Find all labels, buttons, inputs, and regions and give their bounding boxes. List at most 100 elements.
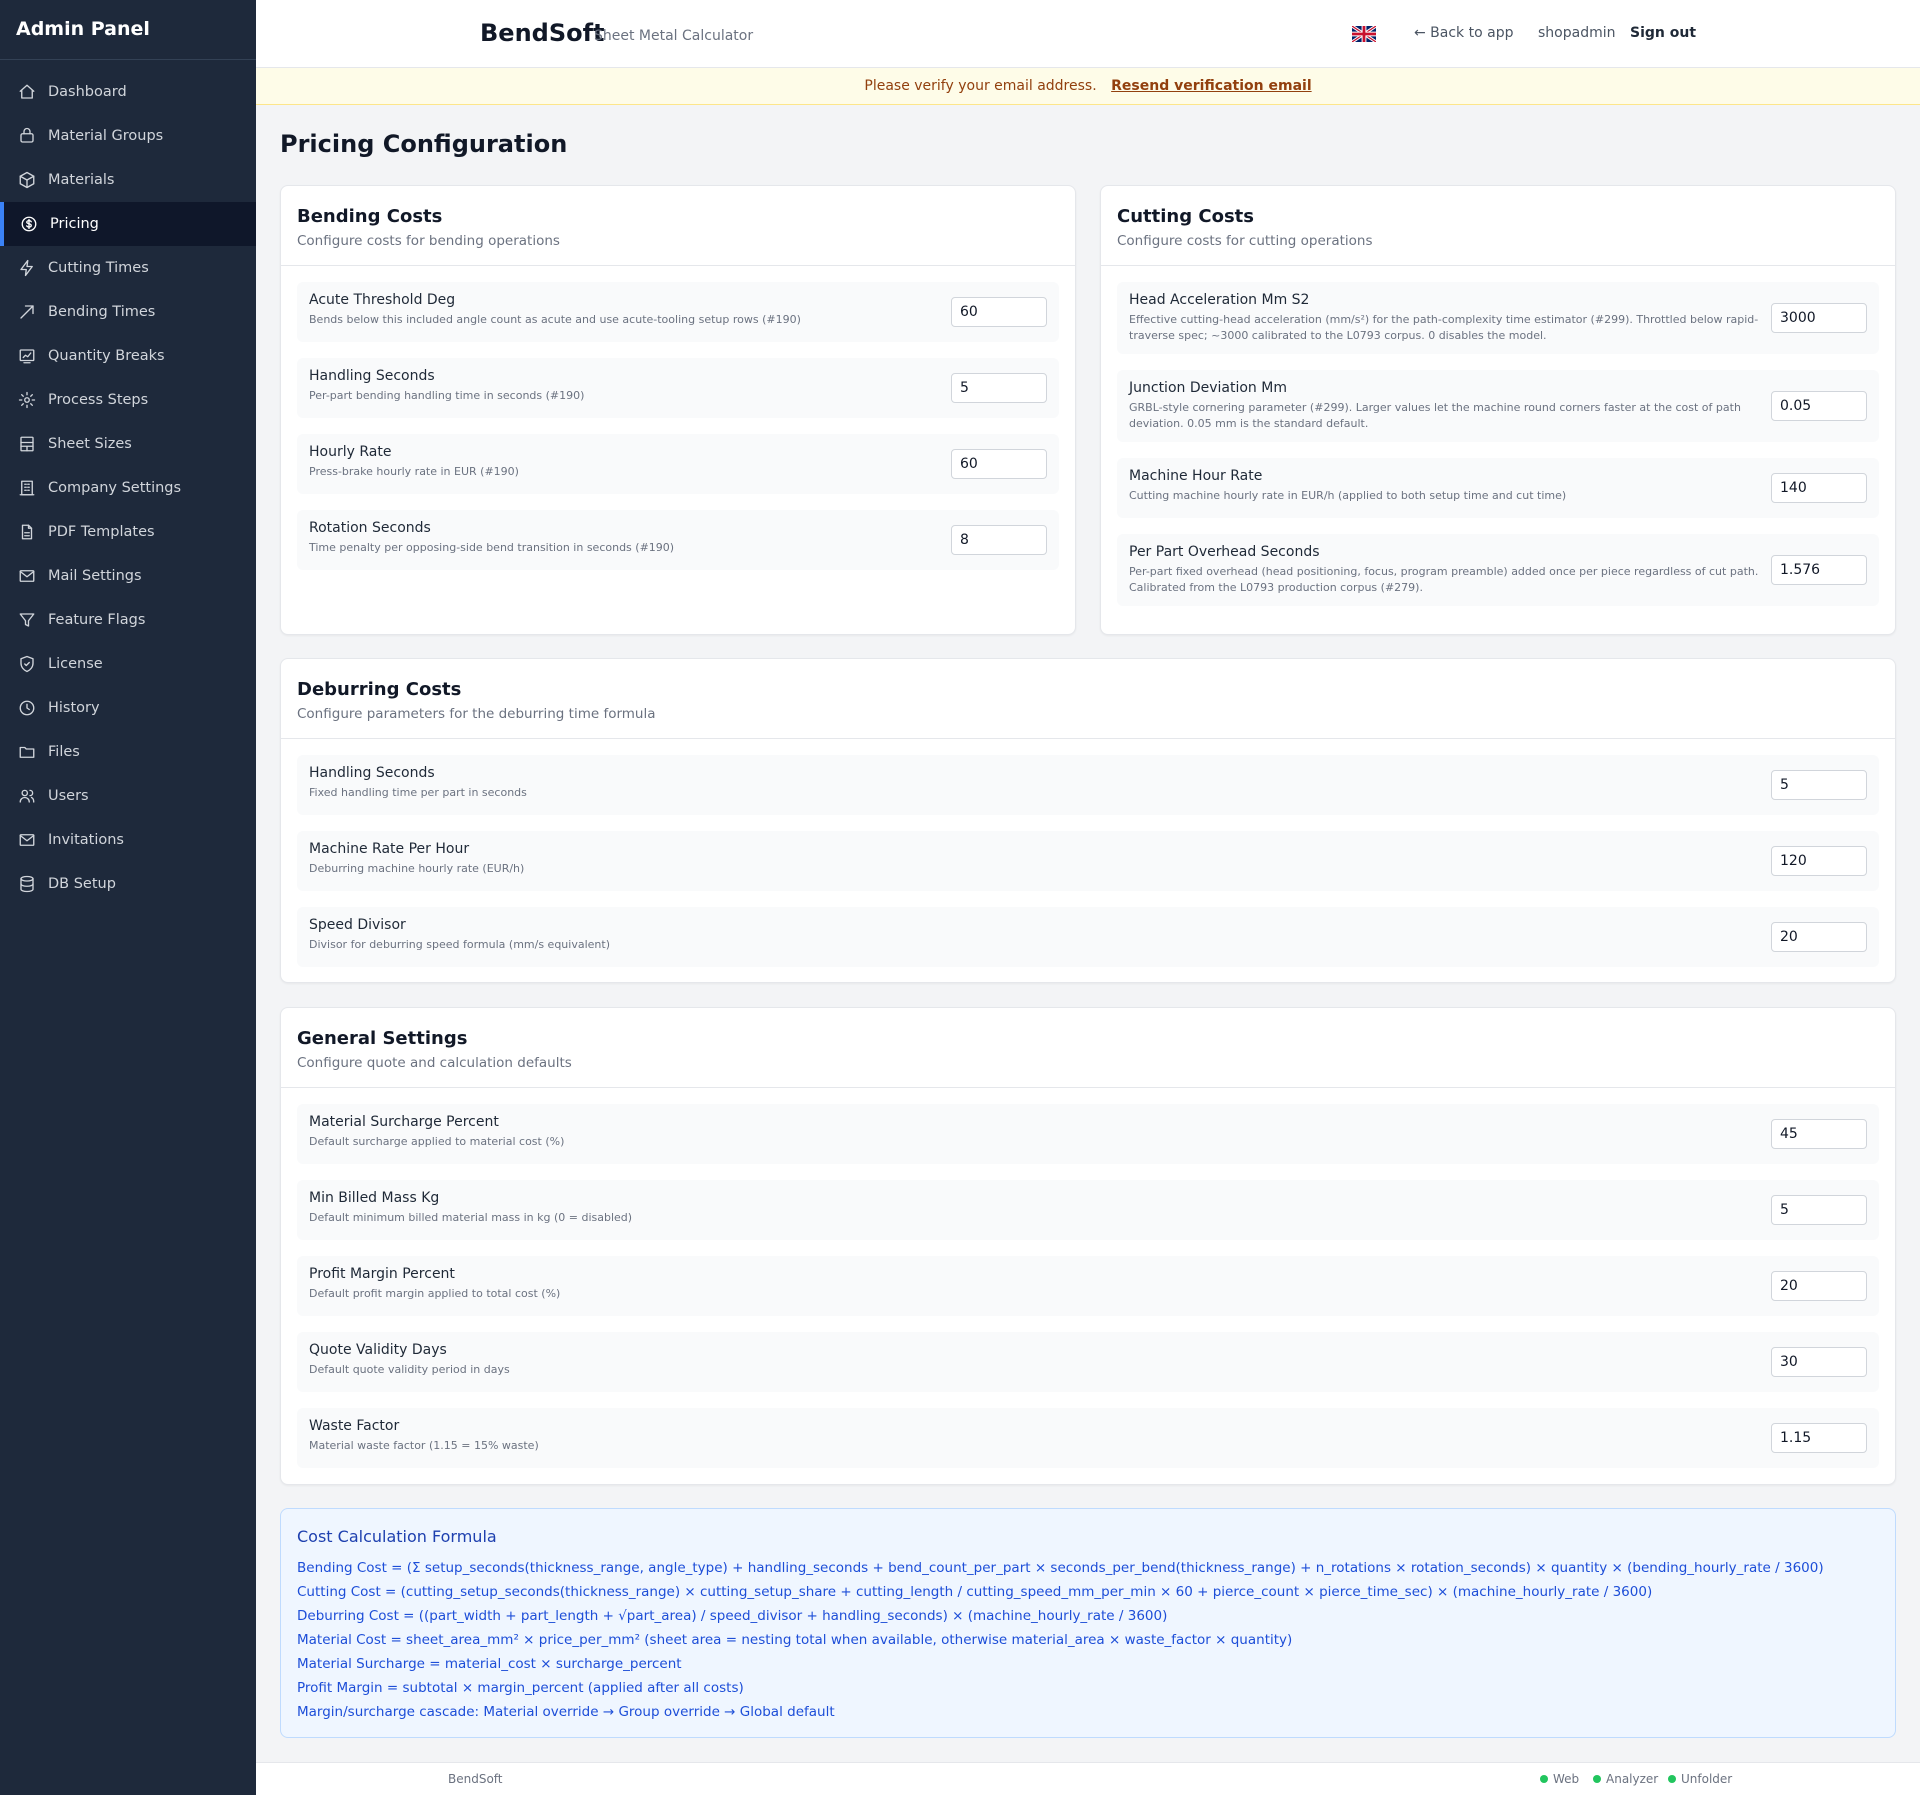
setting-help: Material waste factor (1.15 = 15% waste) (309, 1439, 539, 1452)
bending-hourly-rate-input[interactable] (951, 449, 1047, 479)
sidebar-item-label: Cutting Times (48, 260, 149, 276)
deburring-machine-rate-input[interactable] (1771, 846, 1867, 876)
head-acceleration-input[interactable] (1771, 303, 1867, 333)
per-part-overhead-input[interactable] (1771, 555, 1867, 585)
sidebar-title: Admin Panel (0, 0, 256, 60)
setting-help: GRBL-style cornering parameter (#299). L… (1129, 401, 1741, 430)
setting-label: Per Part Overhead Seconds (1129, 544, 1320, 560)
bending-handling-seconds-input[interactable] (951, 373, 1047, 403)
page-title: Pricing Configuration (280, 130, 568, 158)
back-to-app-link[interactable]: ← Back to app (1414, 25, 1513, 41)
sidebar-item-dashboard[interactable]: Dashboard (0, 70, 256, 114)
building-icon (18, 479, 36, 497)
sidebar-item-process-steps[interactable]: Process Steps (0, 378, 256, 422)
formula-line: Deburring Cost = ((part_width + part_len… (297, 1608, 1168, 1624)
formula-line: Material Cost = sheet_area_mm² × price_p… (297, 1632, 1293, 1648)
card-body: Acute Threshold Deg Bends below this inc… (281, 266, 1075, 602)
setting-row: Machine Hour Rate Cutting machine hourly… (1117, 458, 1879, 518)
sidebar-item-label: Mail Settings (48, 568, 142, 584)
setting-label: Hourly Rate (309, 444, 392, 460)
topbar: BendSoft Sheet Metal Calculator ← Back t… (256, 0, 1920, 68)
verify-email-banner: Please verify your email address. Resend… (256, 68, 1920, 105)
junction-deviation-input[interactable] (1771, 391, 1867, 421)
waste-factor-input[interactable] (1771, 1423, 1867, 1453)
footer-brand: BendSoft (448, 1772, 503, 1786)
sidebar-item-mail-settings[interactable]: Mail Settings (0, 554, 256, 598)
setting-label: Speed Divisor (309, 917, 406, 933)
verify-email-text: Please verify your email address. (864, 78, 1097, 94)
sidebar-item-db-setup[interactable]: DB Setup (0, 862, 256, 906)
sidebar-item-label: Dashboard (48, 84, 127, 100)
dollar-icon (20, 215, 38, 233)
sidebar-item-label: Pricing (50, 216, 99, 232)
sidebar-item-files[interactable]: Files (0, 730, 256, 774)
brand-logo[interactable]: BendSoft (480, 19, 605, 47)
sidebar-item-sheet-sizes[interactable]: Sheet Sizes (0, 422, 256, 466)
setting-label: Waste Factor (309, 1418, 400, 1434)
sidebar-nav: Dashboard Material Groups Materials Pric… (0, 60, 256, 906)
machine-hour-rate-input[interactable] (1771, 473, 1867, 503)
setting-help: Effective cutting-head acceleration (mm/… (1129, 313, 1759, 342)
sidebar-item-label: DB Setup (48, 876, 116, 892)
setting-row: Material Surcharge Percent Default surch… (297, 1104, 1879, 1164)
rotation-seconds-input[interactable] (951, 525, 1047, 555)
sidebar-item-users[interactable]: Users (0, 774, 256, 818)
setting-row: Junction Deviation Mm GRBL-style corneri… (1117, 370, 1879, 442)
deburring-handling-seconds-input[interactable] (1771, 770, 1867, 800)
uk-flag-icon[interactable] (1351, 24, 1377, 44)
setting-help: Default minimum billed material mass in … (309, 1211, 633, 1224)
folder-icon (18, 743, 36, 761)
min-billed-mass-input[interactable] (1771, 1195, 1867, 1225)
card-header: Cutting Costs Configure costs for cuttin… (1101, 186, 1895, 266)
file-icon (18, 523, 36, 541)
bending-costs-card: Bending Costs Configure costs for bendin… (280, 185, 1076, 635)
setting-help: Default profit margin applied to total c… (309, 1287, 561, 1300)
setting-help: Default surcharge applied to material co… (309, 1135, 565, 1148)
status-label: Unfolder (1681, 1772, 1733, 1786)
sidebar-item-history[interactable]: History (0, 686, 256, 730)
setting-row: Acute Threshold Deg Bends below this inc… (297, 282, 1059, 342)
brand-subtitle: Sheet Metal Calculator (594, 28, 754, 44)
resend-verification-link[interactable]: Resend verification email (1111, 78, 1312, 94)
sidebar-item-label: License (48, 656, 103, 672)
acute-threshold-deg-input[interactable] (951, 297, 1047, 327)
sidebar-item-materials[interactable]: Materials (0, 158, 256, 202)
setting-label: Rotation Seconds (309, 520, 431, 536)
setting-help: Deburring machine hourly rate (EUR/h) (309, 862, 525, 875)
sidebar-item-pricing[interactable]: Pricing (0, 202, 256, 246)
setting-row: Profit Margin Percent Default profit mar… (297, 1256, 1879, 1316)
sign-out-button[interactable]: Sign out (1630, 25, 1696, 41)
sidebar-item-quantity-breaks[interactable]: Quantity Breaks (0, 334, 256, 378)
quote-validity-input[interactable] (1771, 1347, 1867, 1377)
status-dot-icon (1540, 1775, 1548, 1783)
sidebar-item-feature-flags[interactable]: Feature Flags (0, 598, 256, 642)
setting-help: Default quote validity period in days (309, 1363, 510, 1376)
status-unfolder: Unfolder (1668, 1772, 1732, 1786)
username[interactable]: shopadmin (1538, 25, 1616, 41)
card-body: Head Acceleration Mm S2 Effective cuttin… (1101, 266, 1895, 638)
cutting-costs-card: Cutting Costs Configure costs for cuttin… (1100, 185, 1896, 635)
sidebar-item-label: Files (48, 744, 80, 760)
profit-margin-input[interactable] (1771, 1271, 1867, 1301)
sidebar-item-label: Process Steps (48, 392, 149, 408)
sidebar-item-material-groups[interactable]: Material Groups (0, 114, 256, 158)
sidebar-item-license[interactable]: License (0, 642, 256, 686)
speed-divisor-input[interactable] (1771, 922, 1867, 952)
status-label: Analyzer (1606, 1772, 1659, 1786)
sidebar-item-cutting-times[interactable]: Cutting Times (0, 246, 256, 290)
setting-help: Divisor for deburring speed formula (mm/… (309, 938, 610, 951)
card-title: Bending Costs (297, 206, 443, 227)
sidebar-item-pdf-templates[interactable]: PDF Templates (0, 510, 256, 554)
sidebar-item-label: PDF Templates (48, 524, 155, 540)
sidebar-item-invitations[interactable]: Invitations (0, 818, 256, 862)
sidebar-item-label: Quantity Breaks (48, 348, 165, 364)
deburring-costs-card: Deburring Costs Configure parameters for… (280, 658, 1896, 983)
sidebar-item-label: Materials (48, 172, 115, 188)
general-settings-card: General Settings Configure quote and cal… (280, 1007, 1896, 1485)
sidebar-item-company-settings[interactable]: Company Settings (0, 466, 256, 510)
setting-row: Head Acceleration Mm S2 Effective cuttin… (1117, 282, 1879, 354)
sidebar-item-bending-times[interactable]: Bending Times (0, 290, 256, 334)
material-surcharge-input[interactable] (1771, 1119, 1867, 1149)
setting-row: Handling Seconds Fixed handling time per… (297, 755, 1879, 815)
card-title: General Settings (297, 1028, 468, 1049)
